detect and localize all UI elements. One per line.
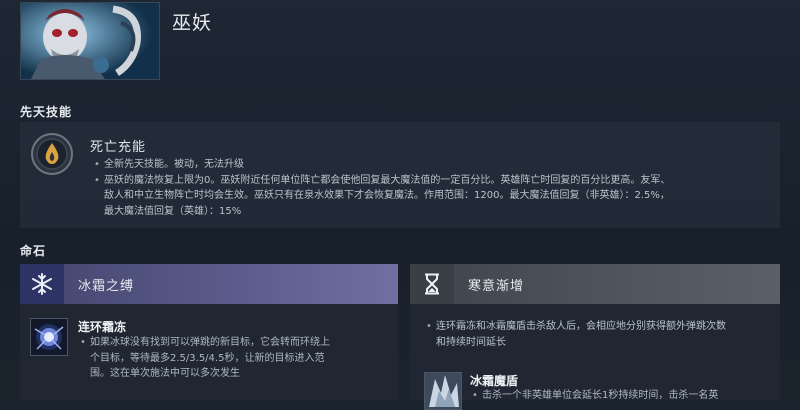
facet-description: 连环霜冻和冰霜魔盾击杀敌人后，会相应地分别获得额外弹跳次数 和持续时间延长 [424,319,774,350]
facet-card-frost-bind[interactable]: 冰霜之缚 连环霜冻 如果冰球没有找到可以弹跳的新目标，它会转而环绕上 个目标，等… [20,264,398,400]
innate-line: 全新先天技能。被动，无法升级 [92,157,772,173]
ability-frost-shield[interactable]: 冰霜魔盾 击杀一个非英雄单位会延长1秒持续时间，击杀一名英 [424,372,774,410]
facet-card-growing-chill[interactable]: 寒意渐增 连环霜冻和冰霜魔盾击杀敌人后，会相应地分别获得额外弹跳次数 和持续时间… [410,264,780,410]
facet-title: 寒意渐增 [468,279,525,294]
facet-header: 冰霜之缚 [20,264,398,304]
facet-description-line: 连环霜冻和冰霜魔盾击杀敌人后，会相应地分别获得额外弹跳次数 [424,319,774,335]
ability-name: 冰霜魔盾 [470,374,519,388]
facet-body: 连环霜冻和冰霜魔盾击杀敌人后，会相应地分别获得额外弹跳次数 和持续时间延长 冰霜… [410,304,780,410]
facet-description-line: 和持续时间延长 [436,336,506,348]
ability-chain-frost[interactable]: 连环霜冻 如果冰球没有找到可以弹跳的新目标，它会转而环绕上 个目标，等待最多2.… [30,318,390,398]
innate-ability-card[interactable]: 死亡充能 全新先天技能。被动，无法升级 巫妖的魔法恢复上限为0。巫妖附近任何单位… [20,122,780,228]
ability-line: 如果冰球没有找到可以弹跳的新目标，它会转而环绕上 [78,335,390,351]
facet-body: 连环霜冻 如果冰球没有找到可以弹跳的新目标，它会转而环绕上 个目标，等待最多2.… [20,304,398,400]
innate-line: 敌人和中立生物阵亡时均会生效。巫妖只有在泉水效果下才会恢复魔法。作用范围：120… [104,190,670,201]
innate-line: 最大魔法值回复（英雄）：15% [104,205,242,217]
drop-icon [30,132,74,176]
frost-orb-icon [30,318,68,356]
hourglass-icon [410,264,454,304]
hero-abilities-panel: 巫妖 先天技能 死亡充能 全新先天技能。被动，无法升级 巫妖的魔法恢复上限为0。… [0,0,800,410]
frost-shield-icon [424,372,462,410]
ability-line: 围。这在单次施法中可以多次发生 [90,368,240,379]
innate-line: 巫妖的魔法恢复上限为0。巫妖附近任何单位阵亡都会使他回复最大魔法值的一定百分比。… [92,173,772,189]
facet-header: 寒意渐增 [410,264,780,304]
hero-portrait [20,2,160,80]
innate-section-title: 先天技能 [20,105,73,119]
ability-line: 个目标，等待最多2.5/3.5/4.5秒，让新的目标进入范 [90,352,325,364]
innate-ability-description: 全新先天技能。被动，无法升级 巫妖的魔法恢复上限为0。巫妖附近任何单位阵亡都会使… [92,157,772,219]
ability-description: 击杀一个非英雄单位会延长1秒持续时间，击杀一名英 [470,388,774,404]
ability-description: 如果冰球没有找到可以弹跳的新目标，它会转而环绕上 个目标，等待最多2.5/3.5… [78,335,390,382]
ability-name: 连环霜冻 [78,320,127,334]
hero-name: 巫妖 [172,12,213,34]
facet-title: 冰霜之缚 [78,279,135,294]
snowflake-icon [20,264,64,304]
innate-ability-name: 死亡充能 [90,140,147,155]
facet-section-title: 命石 [20,244,47,258]
ability-line: 击杀一个非英雄单位会延长1秒持续时间，击杀一名英 [470,388,774,404]
